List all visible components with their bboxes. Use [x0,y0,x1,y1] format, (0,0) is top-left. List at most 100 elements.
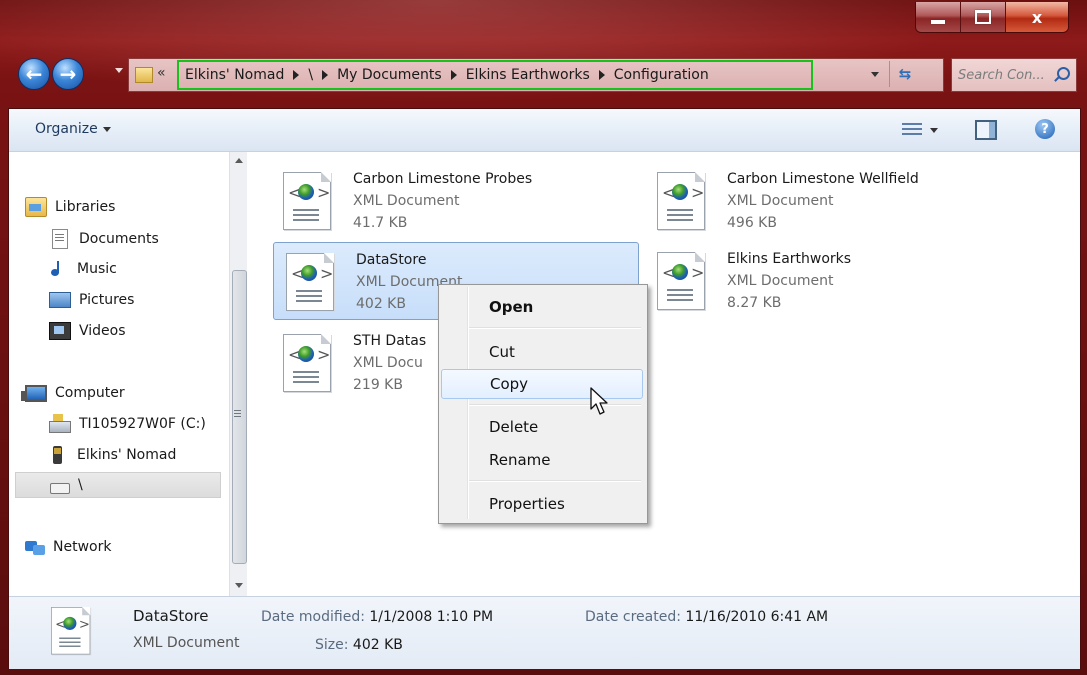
sidebar-item-label: Videos [79,323,126,339]
breadcrumb-item[interactable]: Elkins Earthworks [466,67,590,83]
sidebar-item-label: Network [53,539,112,555]
breadcrumb-arrow-icon[interactable] [322,70,329,80]
date-modified-value: 1/1/2008 1:10 PM [369,609,494,625]
help-icon: ? [1041,121,1049,137]
videos-icon [49,322,71,340]
date-created-value: 11/16/2010 6:41 AM [685,609,829,625]
preview-pane-icon[interactable] [975,120,997,140]
close-icon: x [1031,7,1043,27]
sidebar-item-label: Libraries [55,199,116,215]
breadcrumb-item[interactable]: Elkins' Nomad [185,67,284,83]
network-icon [25,538,45,556]
xml-document-icon: < > [657,172,705,230]
maximize-icon [975,10,991,24]
navigation-pane: Libraries Documents Music Pictures Video… [9,152,253,596]
file-name: Elkins Earthworks [727,251,852,267]
sidebar-item-documents[interactable]: Documents [49,226,159,252]
minimize-icon [931,20,945,24]
date-created-label: Date created: [585,609,681,625]
context-menu-separator [469,480,641,482]
navigation-bar: ← → « Elkins' Nomad \ My Documents Elkin… [16,54,1078,98]
xml-document-icon: < > [51,607,91,655]
scroll-down-icon[interactable] [235,583,243,588]
address-history-dropdown-icon[interactable] [871,72,879,77]
breadcrumb-arrow-icon[interactable] [450,70,457,80]
change-view-icon[interactable] [902,120,922,138]
mouse-cursor-icon [590,387,608,415]
sidebar-item-elkins-nomad[interactable]: Elkins' Nomad [49,442,176,468]
xml-document-icon: < > [657,252,705,310]
minimize-button[interactable] [916,2,961,32]
address-bar[interactable]: « Elkins' Nomad \ My Documents Elkins Ea… [128,58,944,92]
file-size-detail: Size: 402 KB [315,637,403,653]
scroll-up-icon[interactable] [235,158,243,163]
context-menu-separator [469,327,641,329]
overflow-chevrons[interactable]: « [157,65,166,81]
help-button[interactable]: ? [1035,119,1055,139]
file-name: Carbon Limestone Probes [353,171,533,187]
back-button[interactable]: ← [18,58,50,90]
sidebar-item-libraries[interactable]: Libraries [25,194,115,220]
xml-document-icon: < > [286,253,334,311]
breadcrumb-arrow-icon[interactable] [293,70,300,80]
file-size: 8.27 KB [727,295,782,311]
sidebar-item-label: \ [78,477,83,493]
file-name: Carbon Limestone Wellfield [727,171,919,187]
music-icon [49,260,69,278]
scrollbar-thumb[interactable] [232,270,247,564]
scrollbar-grip-icon [234,410,241,417]
navigation-scrollbar[interactable] [229,152,247,596]
organize-menu-button[interactable]: Organize [35,121,111,137]
context-menu-cut[interactable]: Cut [441,338,643,366]
breadcrumb-item[interactable]: \ [308,67,313,83]
context-menu-delete[interactable]: Delete [441,413,643,441]
file-tile[interactable]: < > Elkins Earthworks XML Document 8.27 K… [645,242,1009,318]
organize-label: Organize [35,121,98,137]
sidebar-item-pictures[interactable]: Pictures [49,287,134,313]
refresh-button[interactable]: ⇆ [889,61,920,87]
file-type: XML Document [727,273,834,289]
sidebar-item-computer[interactable]: Computer [21,380,125,406]
sidebar-item-label: Pictures [79,292,135,308]
device-icon [53,446,62,464]
search-input[interactable] [956,63,1058,87]
sidebar-item-videos[interactable]: Videos [49,318,126,344]
sidebar-item-music[interactable]: Music [49,256,117,282]
sidebar-item-drive-c[interactable]: TI105927W0F (C:) [49,411,206,437]
command-bar: Organize ? [9,109,1080,152]
sidebar-item-label: Computer [55,385,125,401]
view-options-dropdown-icon[interactable] [930,128,938,133]
date-modified: Date modified: 1/1/2008 1:10 PM [261,609,493,625]
sidebar-item-network[interactable]: Network [25,534,111,560]
forward-button[interactable]: → [52,58,84,90]
sidebar-item-label: Elkins' Nomad [77,447,177,463]
details-file-name: DataStore [133,607,209,625]
close-button[interactable]: x [1006,2,1068,32]
maximize-button[interactable] [961,2,1006,32]
chevron-down-icon [102,126,111,132]
context-menu-properties[interactable]: Properties [441,490,643,518]
date-modified-label: Date modified: [261,609,365,625]
sidebar-item-root[interactable]: \ [15,472,221,498]
context-menu-open[interactable]: Open [441,293,643,321]
breadcrumb-item[interactable]: My Documents [337,67,442,83]
documents-icon [52,229,68,249]
breadcrumb: Elkins' Nomad \ My Documents Elkins Eart… [177,60,813,90]
file-list: < > Carbon Limestone Probes XML Document … [255,152,1080,596]
breadcrumb-item[interactable]: Configuration [614,67,709,83]
refresh-icon: ⇆ [898,65,912,83]
computer-icon [21,384,47,402]
details-file-type: XML Document [133,635,240,651]
file-tile[interactable]: < > Carbon Limestone Probes XML Document … [271,162,635,238]
context-menu-rename[interactable]: Rename [441,446,643,474]
search-icon[interactable] [1057,67,1070,80]
file-size: 496 KB [727,215,777,231]
file-tile[interactable]: < > Carbon Limestone Wellfield XML Docume… [645,162,1009,238]
recent-pages-dropdown[interactable] [115,68,123,73]
date-created: Date created: 11/16/2010 6:41 AM [585,609,828,625]
context-menu: Open Cut Copy Delete Rename Properties [438,284,648,524]
file-size: 41.7 KB [353,215,408,231]
context-menu-copy[interactable]: Copy [441,369,643,399]
breadcrumb-arrow-icon[interactable] [598,70,605,80]
size-label: Size: [315,637,349,653]
